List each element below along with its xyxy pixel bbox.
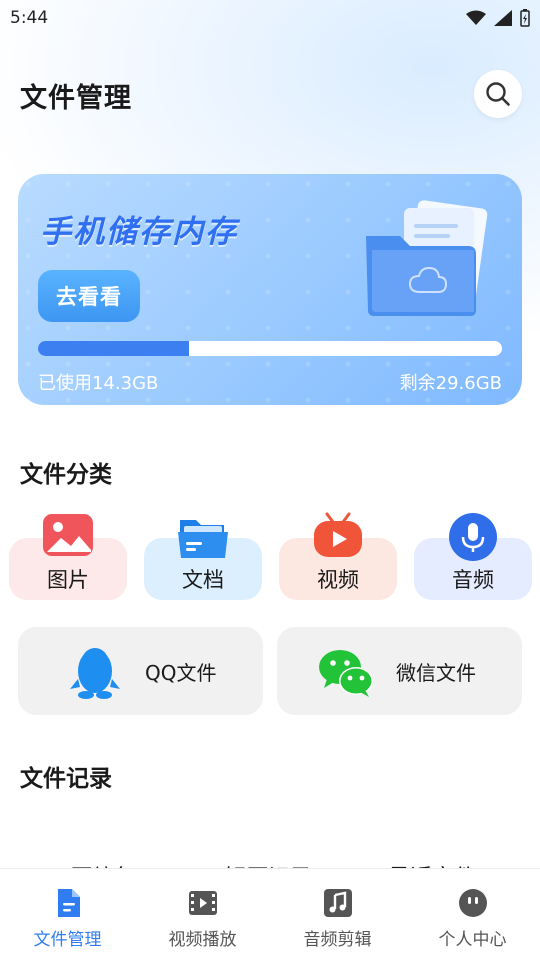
- category-label: 音频: [452, 568, 494, 592]
- document-icon: [57, 889, 80, 917]
- wechat-files-card[interactable]: 微信文件: [277, 627, 522, 715]
- view-storage-button[interactable]: 去看看: [38, 270, 140, 322]
- wechat-files-label: 微信文件: [396, 661, 476, 685]
- face-icon: [458, 889, 487, 917]
- tab-label: 个人中心: [438, 930, 507, 950]
- bottom-tab-bar: 文件管理 视频播放 音频剪辑 个人中心: [0, 868, 540, 961]
- category-label: 视频: [317, 568, 359, 592]
- tab-label: 音频剪辑: [303, 930, 372, 950]
- tab-label: 文件管理: [33, 930, 102, 950]
- category-label: 文档: [182, 568, 224, 592]
- category-documents[interactable]: 文档: [144, 512, 264, 602]
- music-note-icon: [323, 889, 352, 917]
- search-icon: [486, 82, 510, 106]
- storage-progress-bar: [38, 341, 502, 356]
- storage-card: 手机储存内存 去看看 已使用14.3GB 剩余29.6GB: [18, 174, 522, 405]
- folder-illustration-icon: [366, 200, 488, 316]
- storage-progress-fill: [38, 341, 190, 356]
- tab-file-manager[interactable]: 文件管理: [0, 869, 135, 961]
- category-videos[interactable]: 视频: [279, 512, 399, 602]
- storage-heading: 手机储存内存: [40, 214, 238, 250]
- tab-label: 视频播放: [168, 930, 237, 950]
- tab-audio-editor[interactable]: 音频剪辑: [270, 869, 405, 961]
- qq-penguin-icon: [70, 648, 120, 699]
- wifi-icon: [466, 10, 486, 25]
- battery-icon: [520, 9, 530, 27]
- records-title: 文件记录: [20, 766, 112, 792]
- microphone-icon: [449, 513, 497, 561]
- qq-files-label: QQ文件: [145, 661, 217, 685]
- tab-profile[interactable]: 个人中心: [405, 869, 540, 961]
- used-storage-label: 已使用14.3GB: [38, 373, 159, 394]
- folder-icon: [178, 520, 228, 558]
- status-time: 5:44: [10, 8, 49, 28]
- page-title: 文件管理: [20, 83, 132, 114]
- search-button[interactable]: [474, 70, 522, 118]
- image-icon: [43, 514, 93, 556]
- wechat-icon: [319, 650, 373, 697]
- category-label: 图片: [47, 568, 89, 592]
- category-images[interactable]: 图片: [9, 512, 129, 602]
- category-audio[interactable]: 音频: [414, 512, 534, 602]
- tab-video-player[interactable]: 视频播放: [135, 869, 270, 961]
- status-icons: [466, 9, 530, 27]
- status-bar: 5:44: [0, 0, 540, 36]
- categories-title: 文件分类: [20, 462, 112, 488]
- signal-icon: [494, 10, 512, 26]
- remaining-storage-label: 剩余29.6GB: [399, 373, 502, 394]
- qq-files-card[interactable]: QQ文件: [18, 627, 263, 715]
- film-icon: [188, 891, 217, 915]
- video-icon: [314, 512, 362, 557]
